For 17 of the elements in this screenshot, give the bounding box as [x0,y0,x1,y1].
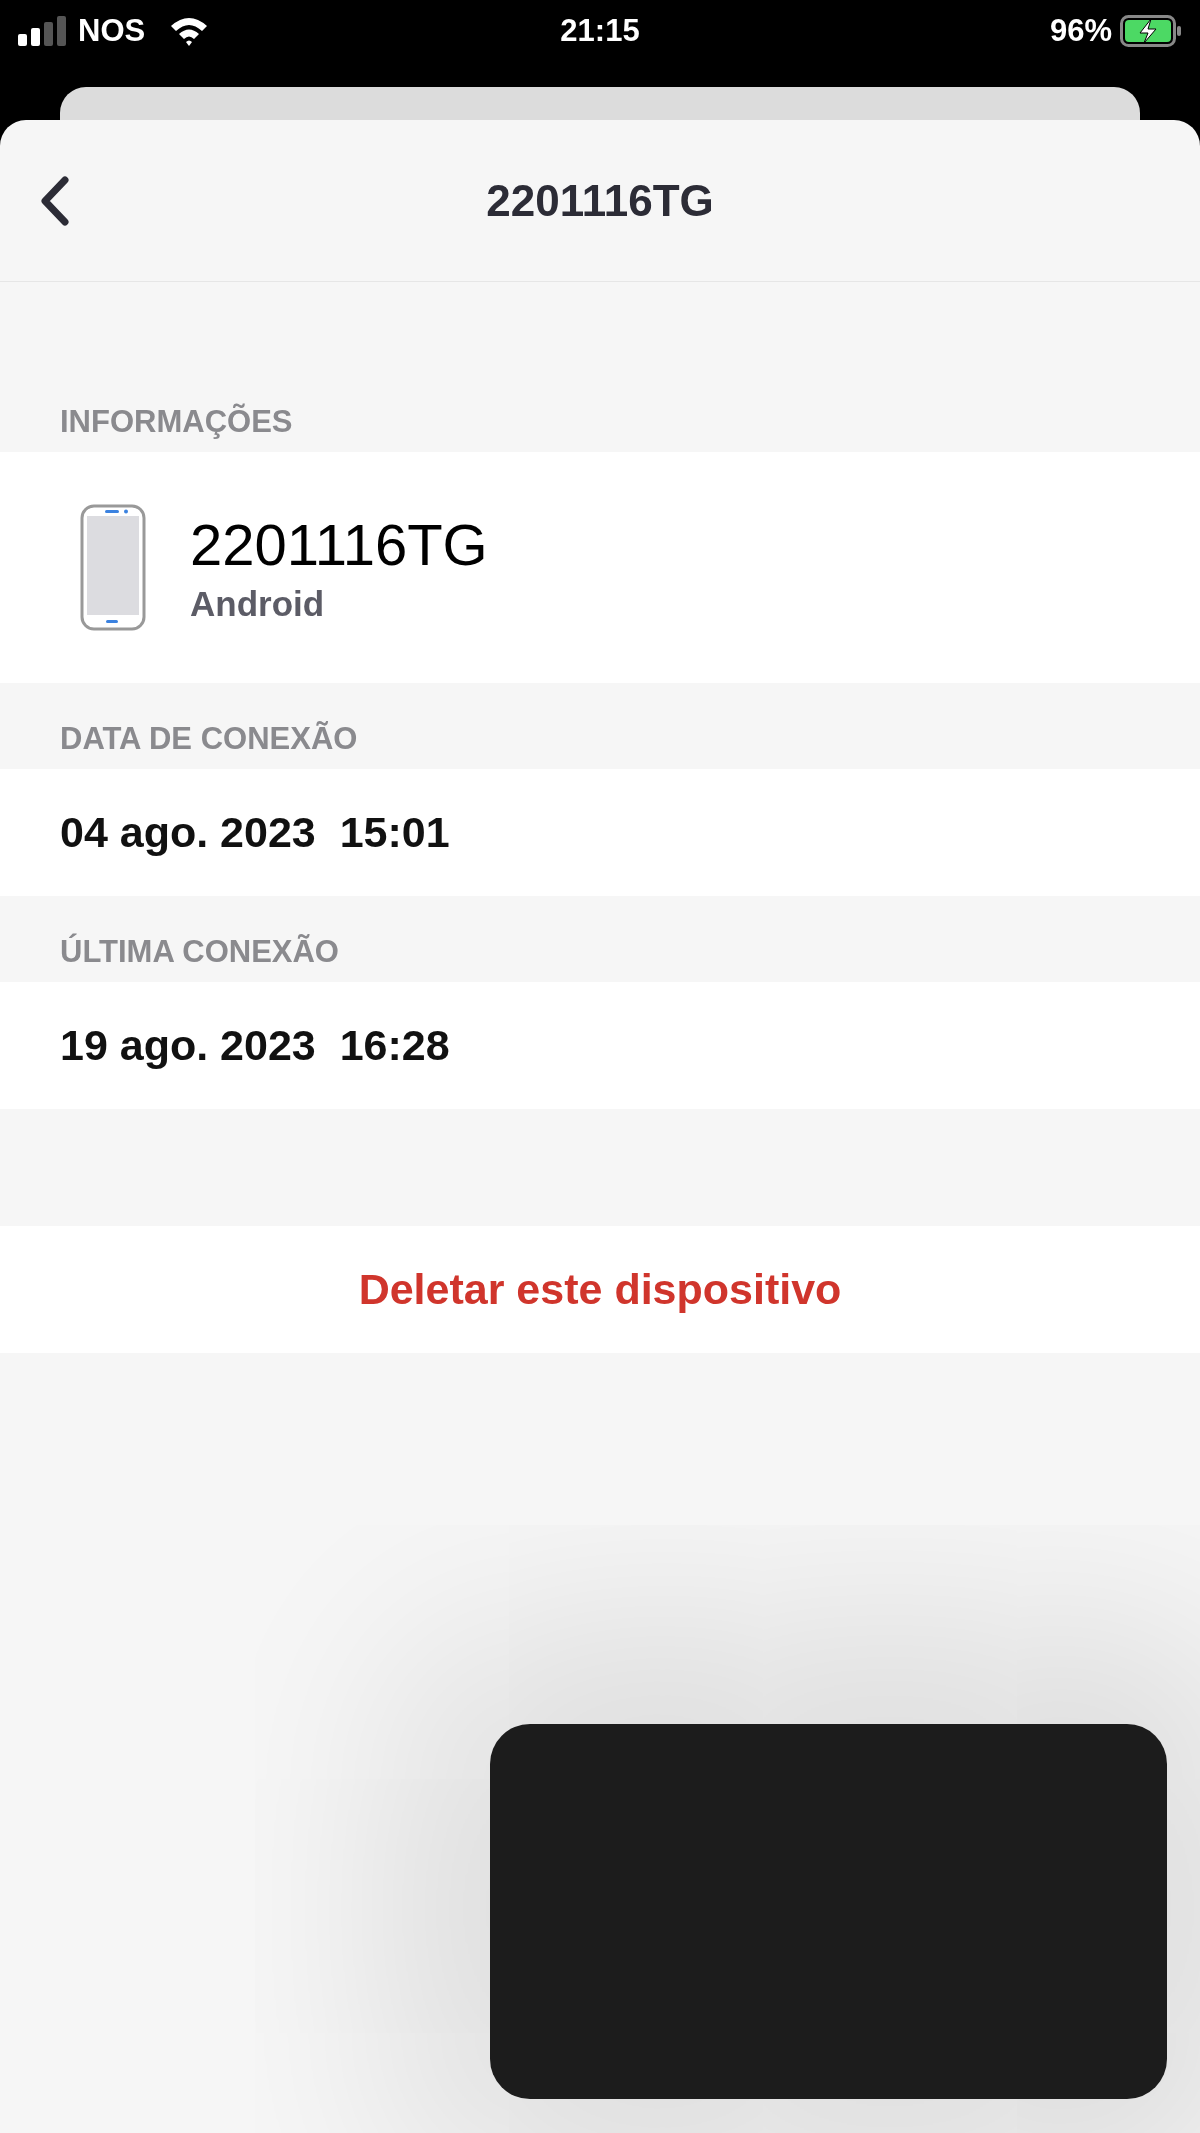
battery-charging-icon [1120,15,1182,47]
device-platform: Android [190,584,326,624]
section-label: INFORMAÇÕES [59,402,294,441]
clock-time: 21:15 [560,13,640,49]
device-name: 2201116TG [190,511,488,578]
section-label: DATA DE CONEXÃO [59,720,359,758]
delete-device-button[interactable]: Deletar este dispositivo [0,1226,1200,1353]
battery-percent: 96% [1049,13,1112,49]
screen-title: 2201116TG [486,175,714,226]
date-row: 19 ago. 2023 16:28 [0,982,1200,1109]
carrier-name: NOS [78,13,146,49]
back-chevron-icon [40,176,70,226]
smartphone-icon [80,504,146,631]
section-label: ÚLTIMA CONEXÃO [59,932,340,971]
wifi-icon [169,16,210,46]
date-row: 04 ago. 2023 15:01 [0,769,1200,896]
signal-icon [18,16,68,46]
